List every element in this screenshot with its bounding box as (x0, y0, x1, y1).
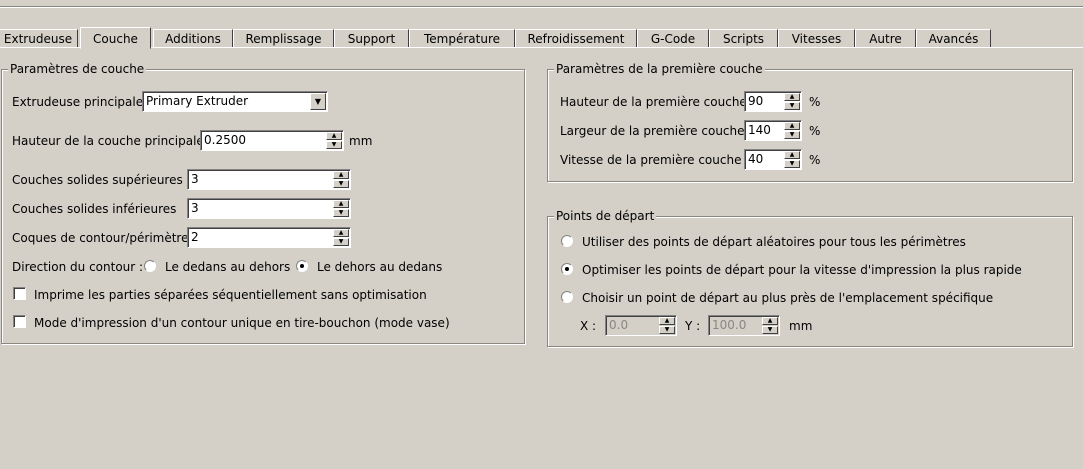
spin-down-icon[interactable]: ▼ (333, 209, 349, 217)
tab-vitesses[interactable]: Vitesses (778, 29, 855, 47)
start-y-spinner[interactable]: 100.0 ▲ ▼ (708, 315, 780, 336)
first-layer-speed-value: 40 (748, 152, 764, 166)
spin-down-icon[interactable]: ▼ (762, 326, 778, 334)
layer-settings-group: Paramètres de couche Extrudeuse principa… (1, 62, 525, 344)
start-specific-label[interactable]: Choisir un point de départ au plus près … (582, 291, 993, 305)
bottom-solid-layers-label: Couches solides inférieures (12, 202, 177, 216)
tab-support[interactable]: Support (334, 29, 409, 47)
spin-down-icon[interactable]: ▼ (333, 180, 349, 188)
main-extruder-label: Extrudeuse principale (12, 95, 144, 109)
tab-remplissage[interactable]: Remplissage (233, 29, 334, 47)
tab-couche[interactable]: Couche (80, 27, 151, 49)
top-solid-layers-value: 3 (191, 172, 199, 186)
first-layer-width-label: Largeur de la première couche (560, 124, 745, 138)
start-y-label: Y : (685, 319, 701, 333)
spin-down-icon[interactable]: ▼ (784, 160, 800, 168)
perimeters-label: Coques de contour/périmètre (12, 231, 189, 245)
vase-mode-checkbox[interactable] (13, 315, 26, 328)
first-layer-height-label: Hauteur de la première couche (560, 95, 747, 109)
radio-selected-dot (300, 264, 304, 268)
spin-down-icon[interactable]: ▼ (784, 131, 800, 139)
main-extruder-select[interactable]: Primary Extruder ▼ (142, 91, 328, 112)
first-layer-width-value: 140 (748, 123, 771, 137)
first-layer-group: Paramètres de la première couche Hauteur… (547, 62, 1073, 182)
start-x-spinner[interactable]: 0.0 ▲ ▼ (605, 315, 677, 336)
spin-down-icon[interactable]: ▼ (784, 102, 800, 110)
first-layer-title: Paramètres de la première couche (554, 62, 765, 76)
layer-height-label: Hauteur de la couche principale (12, 134, 204, 148)
sequential-checkbox[interactable] (13, 287, 26, 300)
direction-outside-in-radio[interactable] (296, 260, 308, 272)
tab-extrudeuse[interactable]: Extrudeuse (0, 29, 78, 47)
spin-up-icon[interactable]: ▲ (784, 122, 800, 130)
tab-avances[interactable]: Avancés (916, 29, 991, 47)
spin-up-icon[interactable]: ▲ (784, 93, 800, 101)
first-layer-width-unit: % (809, 124, 821, 138)
direction-outside-in-label[interactable]: Le dehors au dedans (317, 260, 442, 274)
perimeters-value: 2 (191, 230, 199, 244)
tab-scripts[interactable]: Scripts (709, 29, 778, 47)
chevron-down-icon[interactable]: ▼ (310, 93, 326, 110)
top-solid-layers-label: Couches solides supérieures (12, 173, 183, 187)
bottom-solid-layers-value: 3 (191, 201, 199, 215)
tab-bar-baseline (0, 47, 1083, 48)
layer-settings-title: Paramètres de couche (8, 62, 147, 76)
spin-up-icon[interactable]: ▲ (784, 151, 800, 159)
start-x-value: 0.0 (609, 318, 629, 332)
first-layer-speed-unit: % (809, 153, 821, 167)
perimeters-spinner[interactable]: 2 ▲ ▼ (187, 227, 351, 248)
start-random-radio[interactable] (561, 235, 573, 247)
start-random-label[interactable]: Utiliser des points de départ aléatoires… (582, 235, 966, 249)
start-y-value: 100.0 (712, 318, 747, 332)
start-optimize-radio[interactable] (561, 263, 573, 275)
spin-up-icon[interactable]: ▲ (333, 229, 349, 237)
start-points-title: Points de départ (554, 209, 657, 223)
spin-down-icon[interactable]: ▼ (659, 326, 675, 334)
start-points-group: Points de départ Utiliser des points de … (547, 209, 1073, 347)
first-layer-height-value: 90 (748, 94, 764, 108)
spin-up-icon[interactable]: ▲ (762, 317, 778, 325)
bottom-solid-layers-spinner[interactable]: 3 ▲ ▼ (187, 198, 351, 219)
top-solid-layers-spinner[interactable]: 3 ▲ ▼ (187, 169, 351, 190)
tab-refroidissement[interactable]: Refroidissement (515, 29, 637, 47)
direction-inside-out-label[interactable]: Le dedans au dehors (165, 260, 290, 274)
first-layer-height-unit: % (809, 95, 821, 109)
direction-label: Direction du contour : (12, 260, 144, 274)
layer-height-value: 0.2500 (204, 133, 246, 147)
tab-additions[interactable]: Additions (153, 29, 233, 47)
start-specific-radio[interactable] (561, 291, 573, 303)
tab-temperature[interactable]: Température (409, 29, 515, 47)
spin-up-icon[interactable]: ▲ (333, 200, 349, 208)
first-layer-speed-label: Vitesse de la première couche (560, 153, 742, 167)
vase-mode-label[interactable]: Mode d'impression d'un contour unique en… (34, 316, 450, 330)
first-layer-width-spinner[interactable]: 140 ▲ ▼ (744, 120, 802, 141)
spin-up-icon[interactable]: ▲ (333, 171, 349, 179)
spin-down-icon[interactable]: ▼ (326, 141, 342, 149)
start-optimize-label[interactable]: Optimiser les points de départ pour la v… (582, 263, 1022, 277)
layer-height-unit: mm (349, 134, 373, 148)
direction-inside-out-radio[interactable] (144, 260, 156, 272)
window-top-separator (0, 6, 1083, 8)
radio-selected-dot (565, 267, 569, 271)
tab-autre[interactable]: Autre (855, 29, 916, 47)
main-extruder-value: Primary Extruder (146, 94, 249, 108)
start-x-label: X : (580, 319, 597, 333)
first-layer-height-spinner[interactable]: 90 ▲ ▼ (744, 91, 802, 112)
sequential-label[interactable]: Imprime les parties séparées séquentiell… (34, 288, 427, 302)
start-coord-unit: mm (789, 319, 813, 333)
tab-gcode[interactable]: G-Code (637, 29, 709, 47)
spin-down-icon[interactable]: ▼ (333, 238, 349, 246)
spin-up-icon[interactable]: ▲ (326, 132, 342, 140)
spin-up-icon[interactable]: ▲ (659, 317, 675, 325)
layer-height-spinner[interactable]: 0.2500 ▲ ▼ (200, 130, 344, 151)
first-layer-speed-spinner[interactable]: 40 ▲ ▼ (744, 149, 802, 170)
